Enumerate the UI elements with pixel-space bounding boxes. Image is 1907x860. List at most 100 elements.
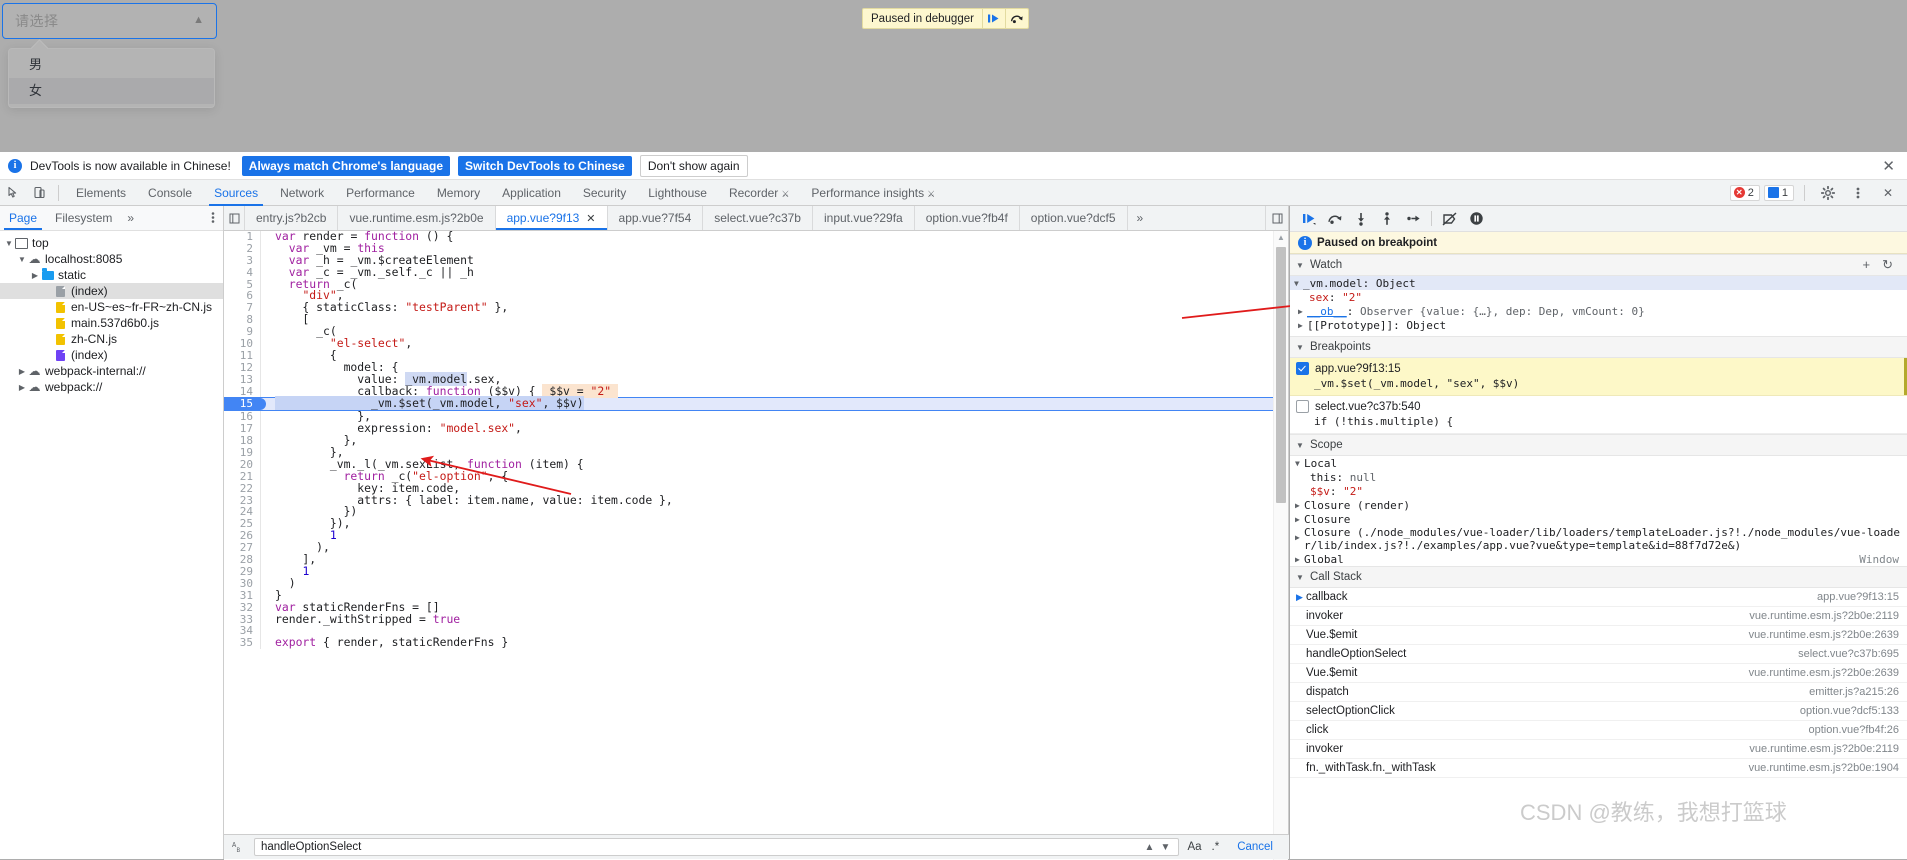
step-icon[interactable] <box>1400 206 1426 232</box>
watch-section-header[interactable]: ▼ Watch + ↻ <box>1290 254 1907 276</box>
step-out-icon[interactable] <box>1374 206 1400 232</box>
kebab-menu-icon[interactable] <box>203 211 223 225</box>
scroll-up-icon[interactable]: ▲ <box>1274 231 1288 244</box>
dont-show-again-button[interactable]: Don't show again <box>639 154 748 177</box>
tab-memory[interactable]: Memory <box>426 180 491 206</box>
chevron-right-icon[interactable]: ▶ <box>1295 515 1304 524</box>
call-stack-frame[interactable]: invoker vue.runtime.esm.js?2b0e:2119 <box>1290 740 1907 759</box>
file-tab-app-vue-7f54[interactable]: app.vue?7f54 <box>608 206 704 230</box>
match-case-button[interactable]: Aa <box>1185 841 1203 853</box>
close-icon[interactable]: ✕ <box>586 212 595 225</box>
chevron-right-icon[interactable]: ▶ <box>1298 307 1307 316</box>
sex-select-input[interactable]: 请选择 ▲ <box>2 3 217 39</box>
tree-item-main-js[interactable]: main.537d6b0.js <box>0 315 223 331</box>
search-input[interactable]: handleOptionSelect ▲ ▼ <box>254 838 1180 856</box>
call-stack-frame[interactable]: invoker vue.runtime.esm.js?2b0e:2119 <box>1290 607 1907 626</box>
tree-item-static[interactable]: ▶ static <box>0 267 223 283</box>
tab-network[interactable]: Network <box>269 180 335 206</box>
file-tab-select-vue[interactable]: select.vue?c37b <box>703 206 813 230</box>
call-stack-frame-current[interactable]: ▶ callback app.vue?9f13:15 <box>1290 588 1907 607</box>
tree-item-webpack-internal[interactable]: ▶ ☁ webpack-internal:// <box>0 363 223 379</box>
tab-recorder[interactable]: Recorder ⚔ <box>718 180 800 206</box>
scope-closure-template-loader[interactable]: ▶ Closure (./node_modules/vue-loader/lib… <box>1290 526 1907 552</box>
tree-item-locales-js[interactable]: en-US~es~fr-FR~zh-CN.js <box>0 299 223 315</box>
cancel-button[interactable]: Cancel <box>1227 841 1283 853</box>
breakpoints-section-header[interactable]: ▼ Breakpoints <box>1290 336 1907 358</box>
scope-global[interactable]: ▶ Global Window <box>1290 552 1907 566</box>
close-icon[interactable]: ✕ <box>1882 157 1899 175</box>
scrollbar-thumb[interactable] <box>1276 247 1286 503</box>
twisty-right-icon[interactable]: ▶ <box>29 271 41 280</box>
chevron-double-right-icon[interactable]: » <box>1128 206 1153 230</box>
file-tab-option-vue-dcf5[interactable]: option.vue?dcf5 <box>1020 206 1128 230</box>
tree-item-zh-cn-js[interactable]: zh-CN.js <box>0 331 223 347</box>
tab-lighthouse[interactable]: Lighthouse <box>637 180 718 206</box>
select-dropdown[interactable]: 男 女 <box>8 48 215 108</box>
step-over-icon[interactable] <box>1004 9 1028 28</box>
regex-button[interactable]: .* <box>1210 841 1222 853</box>
scope-closure[interactable]: ▶ Closure <box>1290 512 1907 526</box>
always-match-language-button[interactable]: Always match Chrome's language <box>241 155 451 176</box>
chevron-down-icon[interactable]: ▼ <box>1294 279 1303 288</box>
refresh-icon[interactable]: ↻ <box>1882 257 1893 273</box>
chevron-down-icon[interactable]: ▼ <box>1158 842 1172 853</box>
breakpoint-checkbox[interactable] <box>1296 400 1309 413</box>
message-count-badge[interactable]: 1 <box>1763 184 1794 201</box>
tab-elements[interactable]: Elements <box>65 180 137 206</box>
chevron-right-icon[interactable]: ▶ <box>1295 527 1304 552</box>
breakpoint-item-disabled[interactable]: select.vue?c37b:540 if (!this.multiple) … <box>1290 396 1907 434</box>
chevron-right-icon[interactable]: ▶ <box>1298 321 1307 330</box>
tab-security[interactable]: Security <box>572 180 637 206</box>
watch-entry-prototype[interactable]: ▶ [[Prototype]]: Object <box>1290 318 1907 332</box>
call-stack-frame[interactable]: selectOptionClick option.vue?dcf5:133 <box>1290 702 1907 721</box>
navigator-tab-filesystem[interactable]: Filesystem <box>46 206 121 230</box>
file-tab-option-vue-fb4f[interactable]: option.vue?fb4f <box>915 206 1020 230</box>
navigator-toggle-icon[interactable] <box>224 206 245 230</box>
close-icon[interactable]: ✕ <box>1875 180 1901 206</box>
scope-section-header[interactable]: ▼ Scope <box>1290 434 1907 456</box>
tree-item-webpack[interactable]: ▶ ☁ webpack:// <box>0 379 223 395</box>
twisty-right-icon[interactable]: ▶ <box>16 383 28 392</box>
select-option-male[interactable]: 男 <box>9 52 214 78</box>
call-stack-section-header[interactable]: ▼ Call Stack <box>1290 566 1907 588</box>
watch-entry-ob[interactable]: ▶ __ob__: Observer {value: {…}, dep: Dep… <box>1290 304 1907 318</box>
breakpoint-item-active[interactable]: app.vue?9f13:15 _vm.$set(_vm.model, "sex… <box>1290 358 1907 396</box>
call-stack-frame[interactable]: handleOptionSelect select.vue?c37b:695 <box>1290 645 1907 664</box>
error-count-badge[interactable]: ✕ 2 <box>1729 184 1760 201</box>
tree-item-index-html[interactable]: (index) <box>0 283 223 299</box>
code-vertical-scrollbar[interactable]: ▲ ▼ <box>1273 231 1288 860</box>
file-tab-app-vue-9f13[interactable]: app.vue?9f13 ✕ <box>495 206 608 230</box>
call-stack-frame[interactable]: fn._withTask.fn._withTask vue.runtime.esm… <box>1290 759 1907 778</box>
plus-icon[interactable]: + <box>1863 257 1871 273</box>
scope-local[interactable]: ▼ Local <box>1290 456 1907 470</box>
tab-application[interactable]: Application <box>491 180 572 206</box>
pause-on-exceptions-icon[interactable] <box>1463 206 1489 232</box>
tree-item-index-purple[interactable]: (index) <box>0 347 223 363</box>
chevron-up-icon[interactable]: ▲ <box>1142 842 1156 853</box>
call-stack-frame[interactable]: Vue.$emit vue.runtime.esm.js?2b0e:2639 <box>1290 626 1907 645</box>
chevron-down-icon[interactable]: ▼ <box>1295 459 1304 468</box>
code-view[interactable]: 1 var render = function () {2 var _vm = t… <box>224 231 1288 860</box>
tab-performance[interactable]: Performance <box>335 180 426 206</box>
call-stack-frame[interactable]: dispatch emitter.js?a215:26 <box>1290 683 1907 702</box>
call-stack-frame[interactable]: Vue.$emit vue.runtime.esm.js?2b0e:2639 <box>1290 664 1907 683</box>
inspect-element-icon[interactable] <box>0 180 26 206</box>
twisty-right-icon[interactable]: ▶ <box>16 367 28 376</box>
switch-devtools-language-button[interactable]: Switch DevTools to Chinese <box>458 155 632 176</box>
chevron-right-icon[interactable]: ▶ <box>1295 501 1304 510</box>
kebab-menu-icon[interactable] <box>1845 180 1871 206</box>
show-debugger-sidebar-icon[interactable] <box>1265 206 1288 230</box>
tree-item-localhost[interactable]: ▼ ☁ localhost:8085 <box>0 251 223 267</box>
resume-script-icon[interactable] <box>981 9 1005 28</box>
navigator-tab-page[interactable]: Page <box>0 206 46 230</box>
file-tab-input-vue[interactable]: input.vue?29fa <box>813 206 915 230</box>
scope-closure-render[interactable]: ▶ Closure (render) <box>1290 498 1907 512</box>
tab-console[interactable]: Console <box>137 180 203 206</box>
select-option-female[interactable]: 女 <box>9 78 214 104</box>
twisty-down-icon[interactable]: ▼ <box>16 255 28 264</box>
gear-icon[interactable] <box>1815 180 1841 206</box>
file-tab-vue-runtime[interactable]: vue.runtime.esm.js?2b0e <box>338 206 496 230</box>
breakpoint-checkbox[interactable] <box>1296 362 1309 375</box>
chevron-right-icon[interactable]: ▶ <box>1295 555 1304 564</box>
call-stack-frame[interactable]: click option.vue?fb4f:26 <box>1290 721 1907 740</box>
